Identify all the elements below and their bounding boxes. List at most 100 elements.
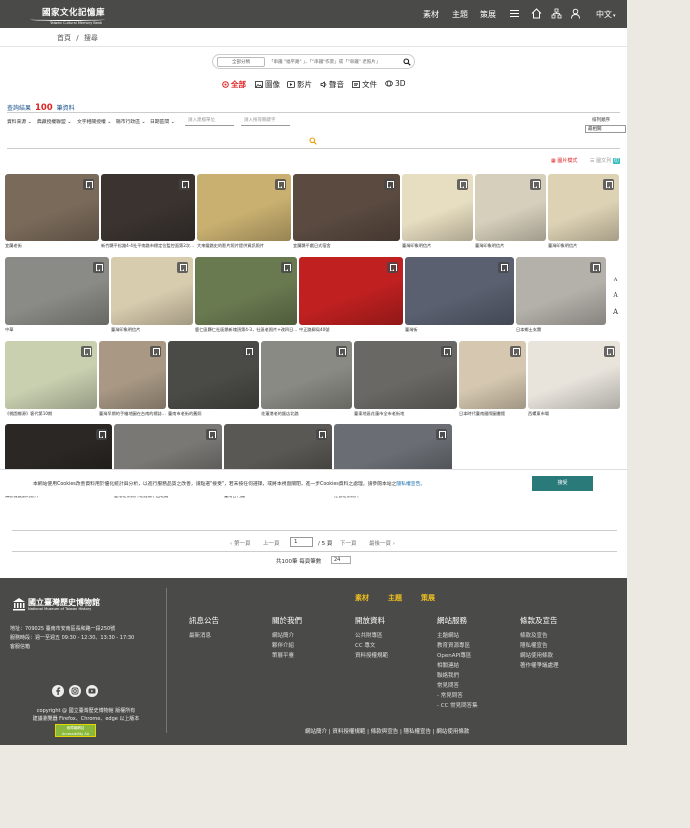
bookmark-icon[interactable] [436,429,447,440]
tab-document[interactable]: 文件 [352,79,377,90]
footer-bottom-links[interactable]: 網站簡介 | 資料授權規範 | 條款與宣告 | 隱私權宣告 | 網站使用條款 [305,727,469,735]
home-icon[interactable] [531,8,542,19]
page-size-select[interactable]: 24 [331,556,351,564]
prev-page-link[interactable]: 上一頁 [263,539,280,547]
footer-link[interactable]: 條款及宣告 [520,631,559,641]
nav-materials[interactable]: 素材 [423,9,439,20]
result-caption[interactable]: 鹿仁區縣仁社區鼎新塊頂第4-3，社區老照片+改四日... [195,327,297,333]
page-number-input[interactable]: 1 [290,537,313,547]
result-card[interactable] [224,424,332,472]
result-caption[interactable]: 臺灣印象明信片 [475,243,546,249]
accessibility-badge[interactable]: 無障礙網站 Accessibility AA [55,724,96,737]
result-card[interactable] [516,257,606,325]
result-caption[interactable]: 臺灣印象明信片 [402,243,473,249]
search-icon[interactable] [309,137,317,145]
footer-link[interactable]: 主題網站 [437,631,478,641]
result-caption[interactable]: 日本鄉土玄關 [516,327,606,333]
language-selector[interactable]: 中文▾ [596,9,616,20]
footer-link[interactable]: 教育資源專區 [437,641,478,651]
result-caption[interactable]: 臺灣印象明信片 [111,327,193,333]
user-icon[interactable] [570,8,581,19]
footer-link[interactable]: 公共財專區 [355,631,388,641]
result-card[interactable] [5,174,99,241]
result-card[interactable] [299,257,403,325]
filter-source[interactable]: 資料來源 ⌄ [7,118,32,125]
facebook-icon[interactable] [52,685,64,697]
footer-link[interactable]: OpenAPI專區 [437,651,478,661]
bookmark-icon[interactable] [96,429,107,440]
tab-all[interactable]: 全部 [222,79,246,90]
image-mode-toggle[interactable]: ▦ 圖片模式 [551,157,577,164]
instagram-icon[interactable] [69,685,81,697]
result-caption[interactable]: 臺東地區花蓮市全市老街地 [354,411,457,417]
search-icon[interactable] [403,58,411,66]
next-page-link[interactable]: 下一頁 [340,539,357,547]
footer-link[interactable]: 著作權爭議處理 [520,661,559,671]
bookmark-icon[interactable] [243,346,254,357]
result-card[interactable] [475,174,546,241]
bookmark-icon[interactable] [457,179,468,190]
breadcrumb-home[interactable]: 首頁 [57,34,71,42]
bookmark-icon[interactable] [179,179,190,190]
result-caption[interactable]: 西螺東市場 [528,411,620,417]
result-card[interactable] [99,341,166,409]
bookmark-icon[interactable] [275,179,286,190]
footer-nav-curation[interactable]: 策展 [421,593,435,603]
result-card[interactable] [101,174,195,241]
accept-button[interactable]: 接受 [532,476,593,491]
result-caption[interactable]: 宜蘭縣平戲日式宿舍 [293,243,400,249]
footer-link[interactable]: 最新消息 [189,631,211,641]
result-caption[interactable]: 中華 [5,327,109,333]
bookmark-icon[interactable] [387,262,398,273]
footer-link[interactable]: - 常見問答 [437,691,478,701]
filter-date[interactable]: 日期區間 ⌄ [150,118,175,125]
footer-link[interactable]: 夥伴介紹 [272,641,294,651]
bookmark-icon[interactable] [530,179,541,190]
filter-alliance[interactable]: 典藏授權聯盟 ⌄ [37,118,71,125]
footer-logo[interactable]: 國立臺灣歷史博物館 National Museum of Taiwan Hist… [12,596,100,614]
footer-link[interactable]: 策展平臺 [272,651,294,661]
bookmark-icon[interactable] [498,262,509,273]
footer-link[interactable]: 隱私權宣告 [520,641,559,651]
result-card[interactable] [548,174,619,241]
result-caption[interactable]: 中正路郵局40號 [299,327,403,333]
footer-email-link[interactable]: 客服信箱 [10,643,134,652]
bookmark-icon[interactable] [206,429,217,440]
first-page-link[interactable]: ‹ 第一頁 [230,539,250,547]
result-caption[interactable]: 宜蘭老街 [5,243,99,249]
footer-nav-topics[interactable]: 主題 [388,593,402,603]
filter-unit-input[interactable]: 請入建檔單位 [185,116,234,126]
bookmark-icon[interactable] [441,346,452,357]
bookmark-icon[interactable] [316,429,327,440]
nav-curation[interactable]: 策展 [480,9,496,20]
result-caption[interactable]: 《桃園鄉源》客代第10期 [5,411,97,417]
bookmark-icon[interactable] [81,346,92,357]
sort-select[interactable]: 最相關 [585,125,626,133]
footer-link[interactable]: 相關連結 [437,661,478,671]
bookmark-icon[interactable] [177,262,188,273]
tab-image[interactable]: 圖像 [255,79,280,90]
menu-icon[interactable] [509,8,520,19]
bookmark-icon[interactable] [384,179,395,190]
footer-link[interactable]: 網站使用條款 [520,651,559,661]
result-caption[interactable]: 日本時代臺南國際圖書館 [459,411,526,417]
bookmark-icon[interactable] [510,346,521,357]
filter-region[interactable]: 縣市行政區 ⌄ [116,118,146,125]
footer-link[interactable]: 常見問答 [437,681,478,691]
bookmark-icon[interactable] [83,179,94,190]
bookmark-icon[interactable] [590,262,601,273]
result-card[interactable] [402,174,473,241]
font-size-large-button[interactable]: A [609,305,622,319]
result-card[interactable] [261,341,352,409]
bookmark-icon[interactable] [93,262,104,273]
footer-link[interactable]: - CC 常見問答集 [437,701,478,711]
result-card[interactable] [459,341,526,409]
font-size-medium-button[interactable]: A [609,289,622,303]
result-card[interactable] [195,257,297,325]
search-input[interactable]: 「串鐵 "福平路" 」、「"串鐵"作景」或「"串鐵" 老照片」 [269,59,380,65]
search-scope-select[interactable]: 全部分類 [217,57,265,67]
result-card[interactable] [293,174,400,241]
result-caption[interactable]: 臺南市老街的舊照 [168,411,259,417]
site-logo[interactable]: 國家文化記憶庫 Taiwan Cultural Memory Bank [30,6,105,25]
footer-link[interactable]: 聯絡我們 [437,671,478,681]
